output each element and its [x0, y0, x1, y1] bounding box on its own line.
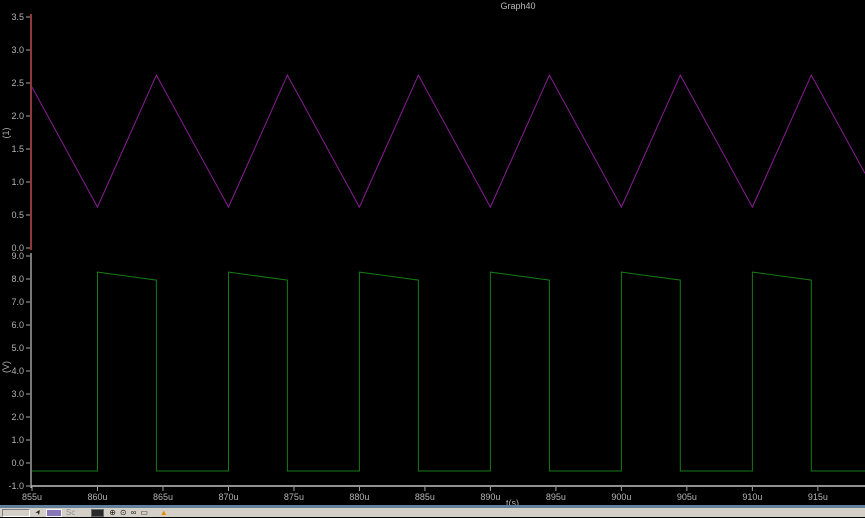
y-tick-label: 6.0: [11, 320, 24, 330]
status-cell: [2, 508, 30, 517]
y-tick-label: 1.0: [11, 435, 24, 445]
y-tick-label: 5.0: [11, 343, 24, 353]
active-tool-button[interactable]: [45, 508, 62, 517]
y-tick-label: 0.5: [11, 210, 24, 220]
y-tick-label: 2.0: [11, 111, 24, 121]
x-tick-label: 895u: [545, 492, 566, 502]
x-tick-label: 900u: [611, 492, 632, 502]
cursor-arrow-icon[interactable]: ➤: [34, 508, 45, 518]
box-icon[interactable]: ▭: [140, 508, 148, 517]
x-tick-label: 905u: [676, 492, 697, 502]
x-tick-label: 860u: [87, 492, 108, 502]
y-tick-label: 2.0: [11, 412, 24, 422]
triangle-wave: [31, 73, 865, 209]
graph-window: Graph40 3.5 3.0 2.5 2.0 1.5 1.0 0.5 0.0 9.0 8.0 7.…: [0, 0, 865, 517]
x-tick-label: 885u: [414, 492, 435, 502]
y-tick-label: 8.0: [11, 274, 24, 284]
y-tick-label: 2.5: [11, 78, 24, 88]
x-tick-label: 870u: [218, 492, 239, 502]
y-tick-label: 3.0: [11, 389, 24, 399]
y-tick-label: -1.0: [8, 481, 24, 491]
y-tick-label: 3.5: [11, 12, 24, 22]
status-bar-body: ➤ Sc ⊕ ⊙ ∞ ▭ ▲: [0, 508, 865, 517]
y-tick-label: 7.0: [11, 297, 24, 307]
square-wave: [32, 271, 865, 472]
x-tick-label: 915u: [807, 492, 828, 502]
bottom-y-axis-label: (V): [1, 361, 11, 373]
x-tick-label: 855u: [21, 492, 43, 502]
status-bar: ➤ Sc ⊕ ⊙ ∞ ▭ ▲: [0, 505, 865, 517]
y-tick-label: 9.0: [11, 251, 24, 261]
x-tick-label: 910u: [742, 492, 763, 502]
monitor-icon[interactable]: [91, 508, 105, 517]
warning-icon[interactable]: ▲: [160, 508, 168, 517]
circle-plus-icon[interactable]: ⊕: [109, 508, 116, 517]
y-tick-label: 1.0: [11, 177, 24, 187]
x-tick-label: 865u: [152, 492, 173, 502]
top-y-axis-label: (1): [1, 127, 11, 139]
toolbar-label: Sc: [65, 508, 76, 517]
circle-icon[interactable]: ⊙: [120, 508, 127, 517]
x-tick-label: 890u: [480, 492, 501, 502]
infinity-icon[interactable]: ∞: [131, 508, 137, 517]
y-tick-label: 1.5: [11, 144, 24, 154]
y-tick-label: 0.0: [11, 458, 24, 468]
plot-canvas[interactable]: 3.5 3.0 2.5 2.0 1.5 1.0 0.5 0.0 9.0 8.0 7.0 6.0 5.0 4…: [0, 0, 865, 508]
waveform-svg: [26, 14, 865, 491]
x-tick-label: 880u: [349, 492, 370, 502]
x-tick-label: 875u: [283, 492, 304, 502]
y-tick-label: 3.0: [11, 45, 24, 55]
